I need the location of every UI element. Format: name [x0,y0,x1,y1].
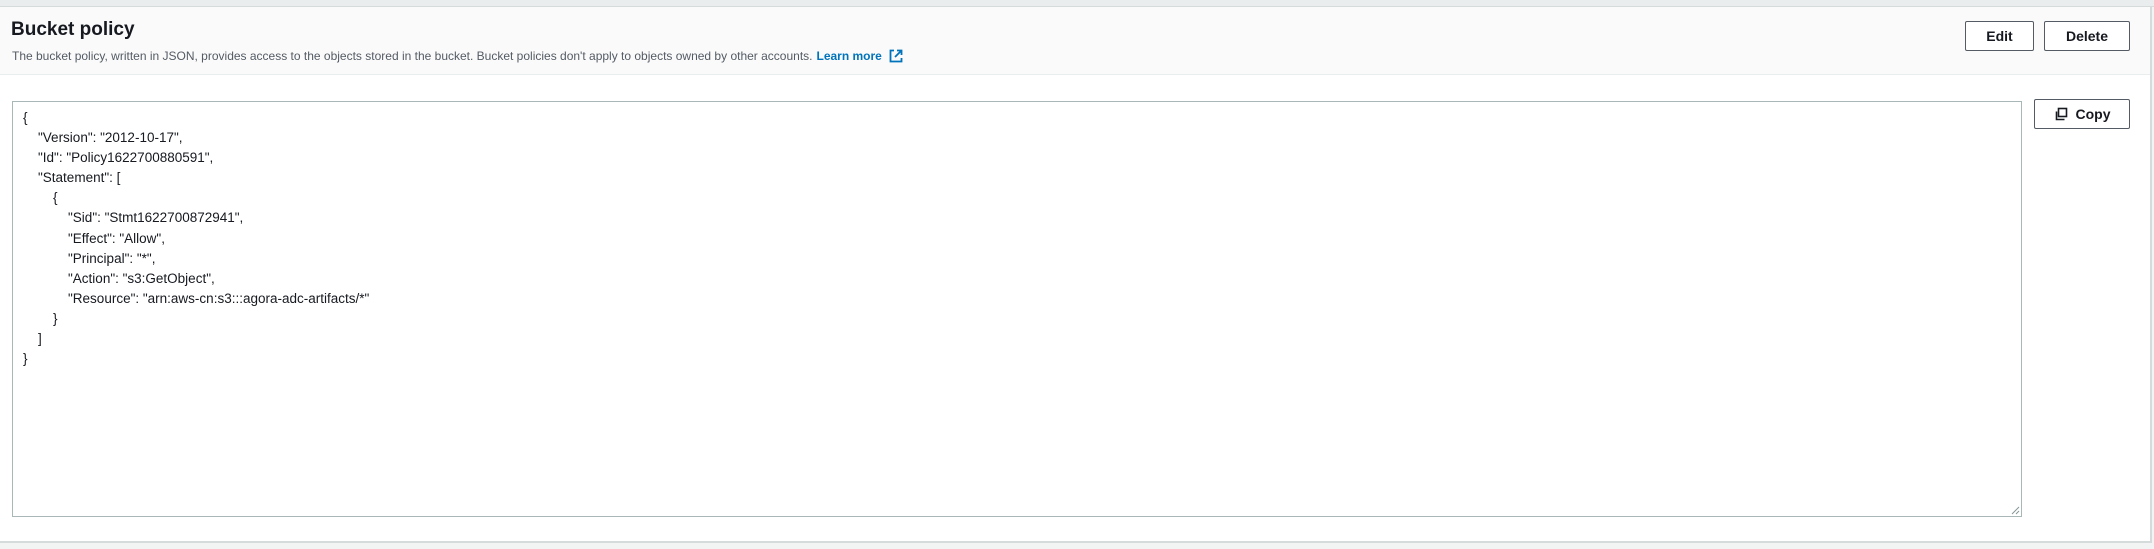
policy-editor[interactable]: { "Version": "2012-10-17", "Id": "Policy… [12,101,2022,517]
panel-title: Bucket policy [11,19,135,40]
copy-icon [2055,107,2067,121]
description-text: The bucket policy, written in JSON, prov… [12,49,813,63]
delete-button[interactable]: Delete [2044,21,2130,51]
resize-handle-icon[interactable] [2010,505,2020,515]
panel-description: The bucket policy, written in JSON, prov… [12,48,904,64]
edit-button[interactable]: Edit [1965,21,2034,51]
top-divider [0,0,2154,7]
copy-label: Copy [2075,106,2111,122]
learn-more-link[interactable]: Learn more [817,48,904,64]
copy-button[interactable]: Copy [2034,99,2130,129]
bucket-policy-panel: Bucket policy The bucket policy, written… [0,7,2152,543]
policy-json-text: { "Version": "2012-10-17", "Id": "Policy… [23,110,370,367]
bucket-policy-page: Bucket policy The bucket policy, written… [0,0,2154,549]
external-link-icon [889,49,903,63]
learn-more-label: Learn more [816,49,882,63]
panel-header: Bucket policy The bucket policy, written… [0,7,2150,75]
